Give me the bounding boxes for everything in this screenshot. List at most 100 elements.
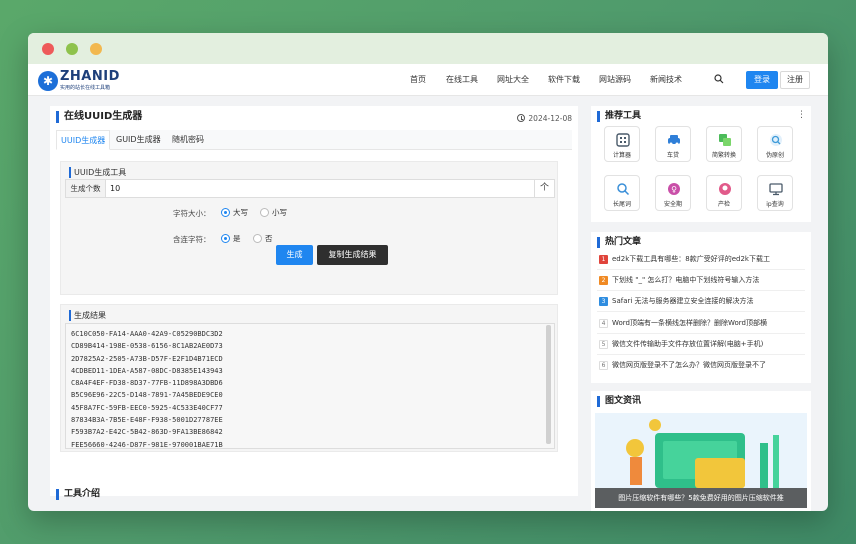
browser-window: ✱ ZHANID 实用的站长在线工具箱 首页 在线工具 网址大全 软件下载 网站… xyxy=(28,33,828,511)
page-title: 在线UUID生成器 xyxy=(56,111,142,123)
search-doc-icon xyxy=(770,134,782,146)
result-title: 生成结果 xyxy=(69,310,106,321)
tool-tabs: UUID生成器 GUID生成器 随机密码 xyxy=(56,130,572,150)
tool-calculator[interactable]: 计算器 xyxy=(604,126,640,162)
maximize-window-button[interactable] xyxy=(90,43,102,55)
tool-label: 计算器 xyxy=(612,152,631,159)
site-navbar: ✱ ZHANID 实用的站长在线工具箱 首页 在线工具 网址大全 软件下载 网站… xyxy=(28,64,828,96)
tab-guid[interactable]: GUID生成器 xyxy=(112,130,165,150)
nav-software[interactable]: 软件下载 xyxy=(548,74,580,85)
case-upper-radio[interactable]: 大写 xyxy=(221,207,248,218)
rank-badge: 6 xyxy=(599,361,608,370)
more-options-icon[interactable]: ⋮ xyxy=(797,110,806,120)
panel-title: UUID生成工具 xyxy=(69,167,126,178)
uuid-line: FEE56660-4246-D87F-981E-970001BAE71B xyxy=(71,440,223,449)
register-button[interactable]: 注册 xyxy=(780,71,810,89)
divider xyxy=(597,290,805,291)
safety-icon: ♀ xyxy=(668,183,680,195)
count-label: 生成个数 xyxy=(66,180,106,197)
hyphen-no-radio[interactable]: 否 xyxy=(253,233,273,244)
tool-label: ip查询 xyxy=(766,201,784,208)
tab-random-password[interactable]: 随机密码 xyxy=(168,130,208,150)
article-link[interactable]: 6 微信网页版登录不了怎么办？微信网页版登录不了 xyxy=(599,360,805,370)
svg-text:♀: ♀ xyxy=(671,185,677,194)
copy-results-button[interactable]: 复制生成结果 xyxy=(317,245,388,265)
count-input[interactable]: 10 xyxy=(110,180,120,197)
article-link[interactable]: 3 Safari 无法与服务器建立安全连接的解决方法 xyxy=(599,296,805,306)
article-title: 下划线 "_" 怎么打？电脑中下划线符号输入方法 xyxy=(612,276,760,284)
tool-label: 产检 xyxy=(717,201,730,208)
tool-checkup[interactable]: 产检 xyxy=(706,175,742,211)
uuid-line: B5C96E96-22C5-D148-7891-7A45BEDE9CE0 xyxy=(71,391,223,400)
divider xyxy=(597,333,805,334)
tool-label: 简繁转换 xyxy=(711,152,736,159)
tool-longtail[interactable]: 长尾词 xyxy=(604,175,640,211)
article-link[interactable]: 4 Word顶端有一条横线怎样删除？删除Word顶部横 xyxy=(599,318,805,328)
logo-subtitle: 实用的站长在线工具箱 xyxy=(60,85,111,91)
site-logo[interactable]: ✱ ZHANID 实用的站长在线工具箱 xyxy=(38,69,120,93)
monitor-icon xyxy=(769,183,783,196)
image-news-card: 图文资讯 图片压缩软件有哪些？5款免费好用的图片压缩软件推 xyxy=(591,391,811,511)
uuid-line: 2D7825A2-2505-A73B-D57F-E2F1D4B71ECD xyxy=(71,354,223,363)
nav-websites[interactable]: 网址大全 xyxy=(497,74,529,85)
news-image[interactable]: 图片压缩软件有哪些？5款免费好用的图片压缩软件推 xyxy=(595,413,807,508)
article-title: 微信文件传输助手文件存放位置详解(电脑+手机) xyxy=(612,340,764,348)
date-text: 2024-12-08 xyxy=(528,114,572,123)
result-panel: 生成结果 6C10C050-FA14-AAA0-42A9-C05290BDC3D… xyxy=(60,304,558,452)
divider xyxy=(597,354,805,355)
tool-car-loan[interactable]: 车贷 xyxy=(655,126,691,162)
article-link[interactable]: 5 微信文件传输助手文件存放位置详解(电脑+手机) xyxy=(599,339,805,349)
case-lower-radio[interactable]: 小写 xyxy=(260,207,287,218)
publish-date: 2024-12-08 xyxy=(517,114,572,123)
tool-safe-period[interactable]: ♀ 安全期 xyxy=(655,175,691,211)
divider xyxy=(597,269,805,270)
nav-news[interactable]: 新闻技术 xyxy=(650,74,682,85)
nav-home[interactable]: 首页 xyxy=(410,74,426,85)
tool-convert[interactable]: 简繁转换 xyxy=(706,126,742,162)
uuid-line: 45F8A7FC-59FB-EEC0-5925-4C533E40CF77 xyxy=(71,403,223,412)
image-news-title: 图文资讯 xyxy=(597,396,641,407)
tool-intro-title: 工具介绍 xyxy=(56,489,100,500)
logo-text: ZHANID xyxy=(60,69,120,84)
result-lines: 6C10C050-FA14-AAA0-42A9-C05290BDC3D2 CD8… xyxy=(71,328,223,451)
uuid-generator-card: 在线UUID生成器 2024-12-08 UUID生成器 GUID生成器 随机密… xyxy=(50,106,578,500)
generator-panel: UUID生成工具 生成个数 10 个 字符大小： 大写 小写 含连字符： 是 否 xyxy=(60,161,558,295)
article-link[interactable]: 2 下划线 "_" 怎么打？电脑中下划线符号输入方法 xyxy=(599,275,805,285)
minimize-window-button[interactable] xyxy=(66,43,78,55)
rank-badge: 4 xyxy=(599,319,608,328)
car-icon xyxy=(668,135,680,146)
hot-articles-card: 热门文章 1 ed2k下载工具有哪些：8款广受好评的ed2k下载工 2 下划线 "_… xyxy=(591,232,811,383)
tool-label: 伪原创 xyxy=(765,152,784,159)
hyphen-yes-radio[interactable]: 是 xyxy=(221,233,241,244)
generate-button[interactable]: 生成 xyxy=(276,245,313,265)
result-scrollbar[interactable] xyxy=(546,325,551,444)
case-lower-text: 小写 xyxy=(272,208,287,217)
tab-uuid[interactable]: UUID生成器 xyxy=(56,130,111,150)
recommended-title: 推荐工具 xyxy=(597,111,641,122)
count-unit: 个 xyxy=(534,180,554,197)
search-icon[interactable] xyxy=(714,74,724,84)
uuid-line: CD89B414-198E-0538-6156-8C1AB2AE0D73 xyxy=(71,342,223,351)
article-title: 微信网页版登录不了怎么办？微信网页版登录不了 xyxy=(612,361,766,369)
result-textarea[interactable]: 6C10C050-FA14-AAA0-42A9-C05290BDC3D2 CD8… xyxy=(65,323,555,449)
article-link[interactable]: 1 ed2k下载工具有哪些：8款广受好评的ed2k下载工 xyxy=(599,254,805,264)
divider xyxy=(597,311,805,312)
checkup-icon xyxy=(719,183,731,195)
hyphen-yes-text: 是 xyxy=(233,234,241,243)
convert-icon xyxy=(719,134,731,146)
tool-rewrite[interactable]: 伪原创 xyxy=(757,126,793,162)
hyphen-no-text: 否 xyxy=(265,234,273,243)
uuid-line: 6C10C050-FA14-AAA0-42A9-C05290BDC3D2 xyxy=(71,330,223,338)
title-bar xyxy=(28,33,828,64)
nav-source-code[interactable]: 网站源码 xyxy=(599,74,631,85)
login-button[interactable]: 登录 xyxy=(746,71,778,89)
nav-online-tools[interactable]: 在线工具 xyxy=(446,74,478,85)
news-caption: 图片压缩软件有哪些？5款免费好用的图片压缩软件推 xyxy=(595,488,807,508)
uuid-line: F593B7A2-E42C-5B42-863D-9FA13BE86842 xyxy=(71,428,223,437)
recommended-tools-card: 推荐工具 ⋮ 计算器 车贷 简繁转换 伪原创 长尾词 ♀ 安全期 产检 ip查询 xyxy=(591,106,811,222)
tool-label: 车贷 xyxy=(666,152,679,159)
close-window-button[interactable] xyxy=(42,43,54,55)
case-label: 字符大小： xyxy=(173,209,211,218)
tool-ip-lookup[interactable]: ip查询 xyxy=(757,175,793,211)
magnifier-icon xyxy=(617,183,630,196)
